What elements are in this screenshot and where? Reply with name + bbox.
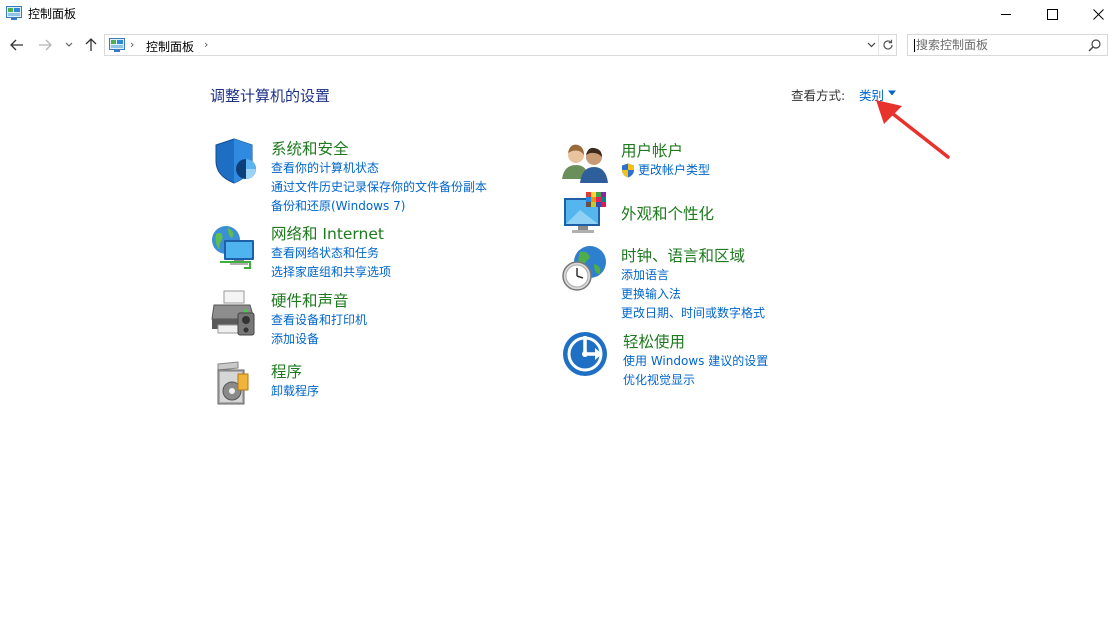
link-add-language[interactable]: 添加语言 (621, 266, 765, 285)
maximize-icon (1046, 8, 1058, 20)
link-file-history-backup[interactable]: 通过文件历史记录保存你的文件备份副本 (271, 178, 487, 197)
link-change-input-method[interactable]: 更换输入法 (621, 285, 765, 304)
minimize-icon (1000, 13, 1011, 15)
link-network-status[interactable]: 查看网络状态和任务 (271, 244, 391, 263)
link-label: 更改帐户类型 (638, 163, 711, 177)
page-title: 调整计算机的设置 (210, 87, 331, 105)
address-dropdown-button[interactable] (864, 35, 878, 55)
link-change-account-type[interactable]: 更改帐户类型 (621, 161, 710, 180)
caret-down-icon[interactable] (887, 90, 897, 96)
shield-icon[interactable] (210, 137, 258, 185)
category-title[interactable]: 系统和安全 (271, 137, 349, 159)
minimize-button[interactable] (983, 0, 1029, 28)
link-change-date-time-format[interactable]: 更改日期、时间或数字格式 (621, 304, 765, 323)
search-box[interactable] (907, 34, 1108, 56)
category-title[interactable]: 时钟、语言和区域 (621, 244, 745, 266)
link-homegroup-sharing[interactable]: 选择家庭组和共享选项 (271, 263, 391, 282)
link-windows-recommended-settings[interactable]: 使用 Windows 建议的设置 (623, 352, 768, 371)
category-title[interactable]: 外观和个性化 (621, 202, 714, 224)
breadcrumb-control-panel[interactable]: 控制面板 (146, 38, 194, 55)
link-uninstall-program[interactable]: 卸载程序 (271, 382, 319, 401)
link-add-device[interactable]: 添加设备 (271, 330, 367, 349)
chevron-down-icon (65, 42, 73, 47)
close-button[interactable] (1075, 0, 1120, 28)
arrow-right-icon (39, 39, 52, 51)
title-bar: 控制面板 (0, 0, 1120, 28)
link-devices-printers[interactable]: 查看设备和打印机 (271, 311, 367, 330)
control-panel-icon (109, 38, 125, 52)
arrow-left-icon (10, 39, 23, 51)
network-icon[interactable] (210, 222, 258, 270)
uac-shield-icon (622, 163, 634, 178)
chevron-right-icon[interactable]: › (130, 38, 134, 51)
maximize-button[interactable] (1029, 0, 1075, 28)
category-title[interactable]: 程序 (271, 360, 302, 382)
appearance-icon[interactable] (560, 190, 608, 238)
link-optimize-visual-display[interactable]: 优化视觉显示 (623, 371, 768, 390)
search-icon[interactable] (1088, 38, 1102, 52)
view-by-label: 查看方式: (791, 88, 846, 103)
category-title[interactable]: 网络和 Internet (271, 222, 384, 244)
annotation-arrow-icon (876, 100, 950, 159)
link-check-computer-status[interactable]: 查看你的计算机状态 (271, 159, 487, 178)
arrow-up-icon (85, 38, 97, 51)
address-bar[interactable]: › 控制面板 › (104, 34, 897, 56)
clock-globe-icon[interactable] (560, 244, 608, 292)
search-input[interactable] (916, 37, 1086, 53)
accessibility-icon[interactable] (562, 330, 610, 378)
refresh-icon (882, 39, 893, 50)
refresh-button[interactable] (878, 35, 896, 55)
navigation-bar: › 控制面板 › (0, 32, 1120, 58)
users-icon[interactable] (560, 139, 608, 187)
category-title[interactable]: 轻松使用 (623, 330, 685, 352)
control-panel-icon (6, 6, 22, 20)
recent-locations-button[interactable] (62, 36, 76, 54)
printer-icon[interactable] (210, 289, 258, 337)
programs-icon[interactable] (210, 360, 258, 408)
chevron-right-icon[interactable]: › (204, 38, 208, 51)
category-title[interactable]: 硬件和声音 (271, 289, 349, 311)
window-title: 控制面板 (28, 7, 77, 21)
close-icon (1092, 8, 1104, 20)
link-backup-restore[interactable]: 备份和还原(Windows 7) (271, 197, 487, 216)
forward-button[interactable] (36, 36, 54, 54)
up-button[interactable] (82, 36, 100, 54)
category-title[interactable]: 用户帐户 (621, 139, 683, 161)
text-caret (914, 39, 915, 52)
back-button[interactable] (8, 36, 26, 54)
chevron-down-icon (867, 42, 875, 48)
